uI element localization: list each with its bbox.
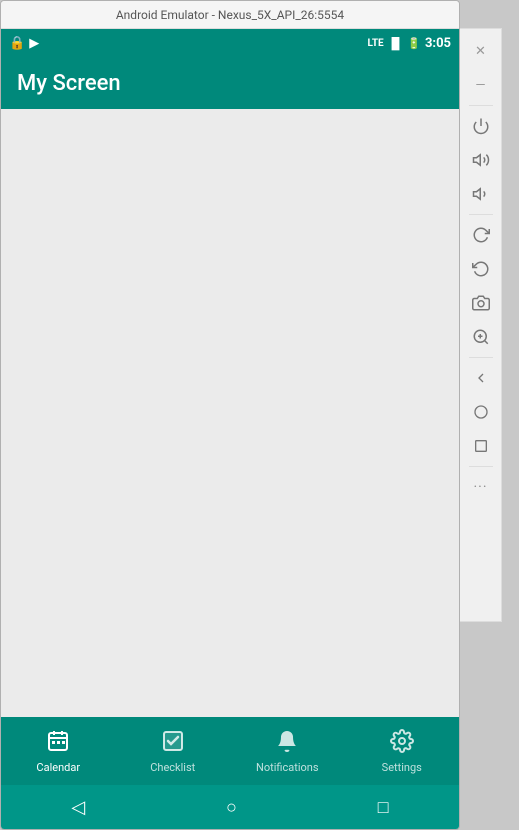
window-minimize-button[interactable]: —: [465, 69, 497, 101]
status-time: 3:05: [425, 36, 451, 51]
settings-icon: [390, 729, 414, 759]
nav-item-checklist[interactable]: Checklist: [133, 729, 213, 774]
notification-icon: 🔒: [9, 36, 25, 51]
volume-up-button[interactable]: [465, 144, 497, 176]
emulator-window: Android Emulator - Nexus_5X_API_26:5554 …: [0, 0, 460, 830]
bottom-nav: Calendar Checklist: [1, 717, 459, 785]
status-bar-right: LTE ▐▌ 🔋 3:05: [368, 36, 451, 51]
power-button[interactable]: [465, 110, 497, 142]
back-button[interactable]: ◁: [55, 789, 101, 826]
title-bar-text: Android Emulator - Nexus_5X_API_26:5554: [116, 8, 344, 22]
recents-nav-icon[interactable]: [465, 430, 497, 462]
status-bar: 🔒 ▶ LTE ▐▌ 🔋 3:05: [1, 29, 459, 57]
nav-item-notifications[interactable]: Notifications: [247, 729, 327, 774]
volume-down-button[interactable]: [465, 178, 497, 210]
back-nav-icon[interactable]: [465, 362, 497, 394]
window-close-button[interactable]: ✕: [465, 35, 497, 67]
title-bar: Android Emulator - Nexus_5X_API_26:5554: [1, 1, 459, 29]
signal-bars-icon: ▐▌: [388, 37, 404, 50]
rotate-ccw-button[interactable]: [465, 253, 497, 285]
notifications-label: Notifications: [256, 761, 319, 774]
home-button[interactable]: ○: [210, 789, 253, 826]
checklist-icon: [161, 729, 185, 759]
calendar-icon: [46, 729, 70, 759]
sidebar-panel: ✕ —: [460, 28, 502, 622]
nav-item-settings[interactable]: Settings: [362, 729, 442, 774]
home-nav-icon[interactable]: [465, 396, 497, 428]
phone-body: 🔒 ▶ LTE ▐▌ 🔋 3:05 My Screen: [1, 29, 459, 829]
main-content: [1, 109, 459, 717]
recents-button[interactable]: □: [362, 789, 405, 826]
calendar-label: Calendar: [36, 761, 80, 774]
camera-button[interactable]: [465, 287, 497, 319]
checklist-label: Checklist: [150, 761, 195, 774]
play-icon: ▶: [29, 36, 39, 51]
lte-icon: LTE: [368, 38, 384, 49]
notifications-icon: [275, 729, 299, 759]
battery-icon: 🔋: [407, 37, 421, 50]
app-bar-title: My Screen: [17, 71, 121, 96]
zoom-button[interactable]: [465, 321, 497, 353]
status-bar-left: 🔒 ▶: [9, 36, 39, 51]
more-button[interactable]: ···: [465, 471, 497, 503]
rotate-cw-button[interactable]: [465, 219, 497, 251]
nav-buttons-bar: ◁ ○ □: [1, 785, 459, 829]
app-bar: My Screen: [1, 57, 459, 109]
settings-label: Settings: [382, 761, 422, 774]
nav-item-calendar[interactable]: Calendar: [18, 729, 98, 774]
